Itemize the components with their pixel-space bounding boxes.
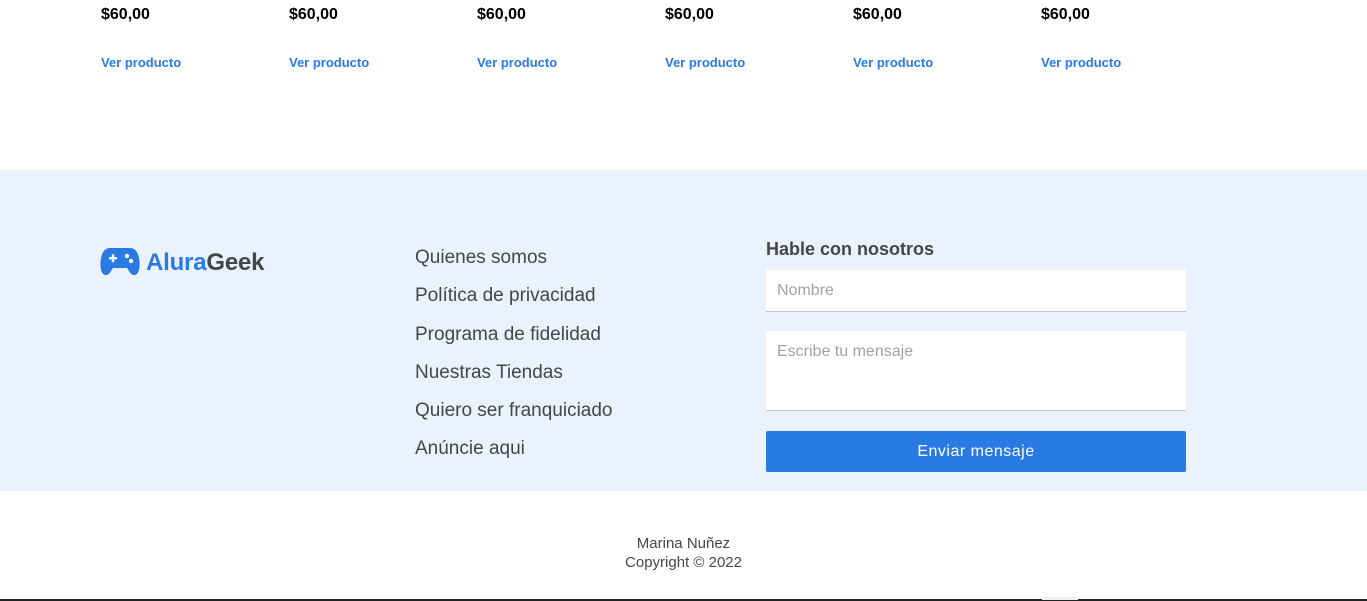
product-row: $60,00 Ver producto $60,00 Ver producto … (0, 0, 1367, 170)
product-price: $60,00 (289, 6, 338, 23)
footer-link-privacidad[interactable]: Política de privacidad (415, 284, 613, 322)
product-price: $60,00 (665, 6, 714, 23)
alurageek-logo[interactable]: AluraGeek (100, 247, 264, 279)
view-product-link[interactable]: Ver producto (289, 55, 369, 70)
author-name: Marina Nuñez (636, 535, 731, 552)
product-price: $60,00 (853, 6, 902, 23)
credits: Marina Nuñez Copyright © 2022 (0, 534, 1367, 572)
product-price: $60,00 (101, 6, 150, 23)
footer: AluraGeek Quienes somos Política de priv… (0, 170, 1367, 491)
view-product-link[interactable]: Ver producto (853, 55, 933, 70)
message-textarea[interactable] (766, 331, 1186, 411)
horizontal-scrollbar-thumb[interactable] (1042, 597, 1078, 600)
footer-link-tiendas[interactable]: Nuestras Tiendas (415, 361, 613, 399)
view-product-link[interactable]: Ver producto (101, 55, 181, 70)
view-product-link[interactable]: Ver producto (1041, 55, 1121, 70)
footer-link-anuncie[interactable]: Anúncie aqui (415, 437, 613, 475)
contact-form: Hable con nosotros Enviar mensaje (766, 238, 1186, 472)
name-input[interactable] (766, 270, 1186, 312)
footer-link-quienes-somos[interactable]: Quienes somos (415, 246, 613, 284)
view-product-link[interactable]: Ver producto (665, 55, 745, 70)
product-price: $60,00 (1041, 6, 1090, 23)
gamepad-icon (100, 246, 140, 281)
contact-title: Hable con nosotros (766, 239, 935, 259)
product-price: $60,00 (477, 6, 526, 23)
logo-text-geek: Geek (206, 249, 265, 276)
view-product-link[interactable]: Ver producto (477, 55, 557, 70)
footer-link-fidelidad[interactable]: Programa de fidelidad (415, 323, 613, 361)
footer-links: Quienes somos Política de privacidad Pro… (415, 246, 613, 476)
copyright-text: Copyright © 2022 (625, 554, 742, 571)
send-message-button[interactable]: Enviar mensaje (766, 431, 1186, 472)
footer-link-franquiciado[interactable]: Quiero ser franquiciado (415, 399, 613, 437)
logo-text-alura: Alura (146, 249, 207, 276)
